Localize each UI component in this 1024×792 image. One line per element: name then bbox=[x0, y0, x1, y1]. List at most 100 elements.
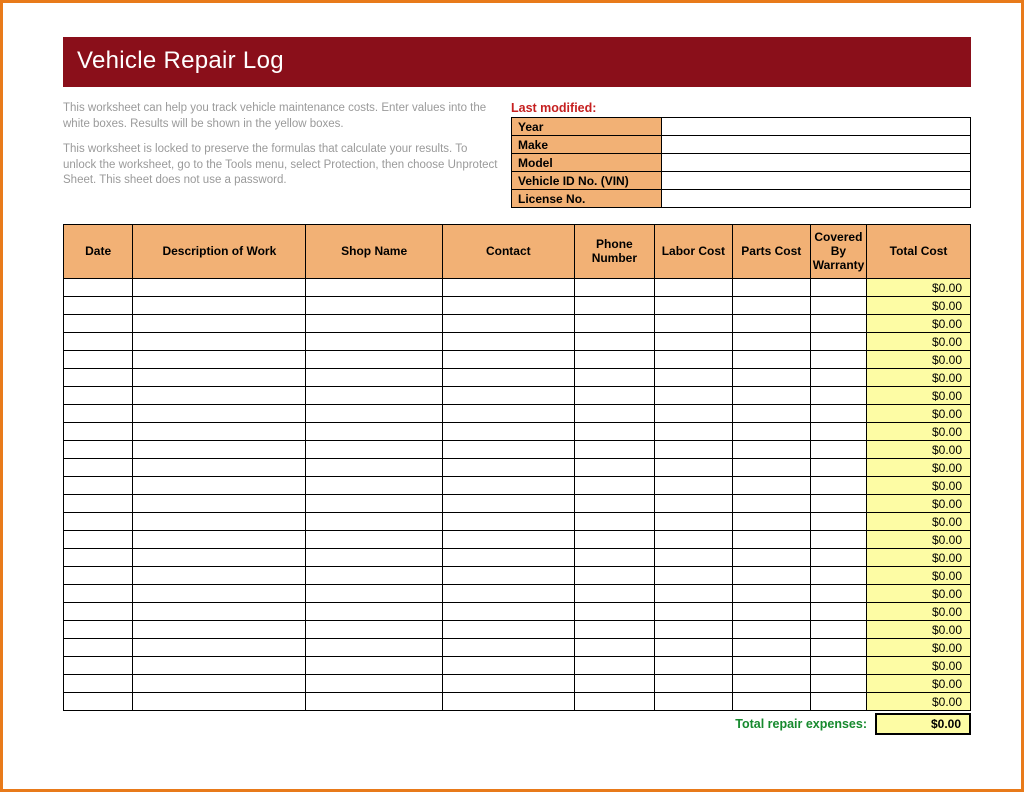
cell-desc[interactable] bbox=[133, 675, 306, 693]
cell-shop[interactable] bbox=[306, 531, 442, 549]
cell-parts[interactable] bbox=[732, 405, 810, 423]
cell-phone[interactable] bbox=[574, 639, 654, 657]
cell-desc[interactable] bbox=[133, 621, 306, 639]
cell-desc[interactable] bbox=[133, 657, 306, 675]
cell-contact[interactable] bbox=[442, 603, 574, 621]
cell-parts[interactable] bbox=[732, 333, 810, 351]
cell-phone[interactable] bbox=[574, 567, 654, 585]
cell-shop[interactable] bbox=[306, 621, 442, 639]
cell-desc[interactable] bbox=[133, 585, 306, 603]
cell-date[interactable] bbox=[64, 639, 133, 657]
cell-date[interactable] bbox=[64, 549, 133, 567]
cell-parts[interactable] bbox=[732, 495, 810, 513]
cell-desc[interactable] bbox=[133, 549, 306, 567]
cell-contact[interactable] bbox=[442, 567, 574, 585]
cell-warranty[interactable] bbox=[810, 621, 866, 639]
cell-phone[interactable] bbox=[574, 369, 654, 387]
cell-warranty[interactable] bbox=[810, 369, 866, 387]
cell-shop[interactable] bbox=[306, 459, 442, 477]
cell-labor[interactable] bbox=[654, 441, 732, 459]
cell-warranty[interactable] bbox=[810, 279, 866, 297]
cell-shop[interactable] bbox=[306, 315, 442, 333]
cell-labor[interactable] bbox=[654, 513, 732, 531]
cell-contact[interactable] bbox=[442, 585, 574, 603]
cell-parts[interactable] bbox=[732, 603, 810, 621]
cell-phone[interactable] bbox=[574, 387, 654, 405]
cell-contact[interactable] bbox=[442, 315, 574, 333]
cell-parts[interactable] bbox=[732, 387, 810, 405]
cell-labor[interactable] bbox=[654, 495, 732, 513]
cell-labor[interactable] bbox=[654, 351, 732, 369]
cell-labor[interactable] bbox=[654, 369, 732, 387]
cell-date[interactable] bbox=[64, 675, 133, 693]
cell-parts[interactable] bbox=[732, 513, 810, 531]
cell-contact[interactable] bbox=[442, 279, 574, 297]
cell-labor[interactable] bbox=[654, 603, 732, 621]
cell-contact[interactable] bbox=[442, 639, 574, 657]
cell-desc[interactable] bbox=[133, 513, 306, 531]
cell-warranty[interactable] bbox=[810, 351, 866, 369]
cell-shop[interactable] bbox=[306, 351, 442, 369]
cell-warranty[interactable] bbox=[810, 405, 866, 423]
cell-desc[interactable] bbox=[133, 567, 306, 585]
cell-contact[interactable] bbox=[442, 423, 574, 441]
vehicle-info-value[interactable] bbox=[662, 136, 971, 154]
cell-contact[interactable] bbox=[442, 387, 574, 405]
cell-phone[interactable] bbox=[574, 423, 654, 441]
cell-phone[interactable] bbox=[574, 405, 654, 423]
cell-labor[interactable] bbox=[654, 477, 732, 495]
cell-desc[interactable] bbox=[133, 279, 306, 297]
cell-date[interactable] bbox=[64, 405, 133, 423]
cell-labor[interactable] bbox=[654, 405, 732, 423]
cell-shop[interactable] bbox=[306, 675, 442, 693]
cell-contact[interactable] bbox=[442, 369, 574, 387]
cell-parts[interactable] bbox=[732, 693, 810, 711]
cell-phone[interactable] bbox=[574, 333, 654, 351]
cell-date[interactable] bbox=[64, 567, 133, 585]
cell-contact[interactable] bbox=[442, 495, 574, 513]
cell-desc[interactable] bbox=[133, 369, 306, 387]
vehicle-info-value[interactable] bbox=[662, 172, 971, 190]
cell-phone[interactable] bbox=[574, 603, 654, 621]
cell-phone[interactable] bbox=[574, 495, 654, 513]
cell-parts[interactable] bbox=[732, 639, 810, 657]
cell-date[interactable] bbox=[64, 495, 133, 513]
cell-shop[interactable] bbox=[306, 297, 442, 315]
cell-labor[interactable] bbox=[654, 657, 732, 675]
cell-labor[interactable] bbox=[654, 621, 732, 639]
cell-parts[interactable] bbox=[732, 585, 810, 603]
cell-phone[interactable] bbox=[574, 279, 654, 297]
cell-warranty[interactable] bbox=[810, 495, 866, 513]
cell-shop[interactable] bbox=[306, 639, 442, 657]
cell-parts[interactable] bbox=[732, 297, 810, 315]
cell-desc[interactable] bbox=[133, 297, 306, 315]
cell-desc[interactable] bbox=[133, 693, 306, 711]
cell-shop[interactable] bbox=[306, 405, 442, 423]
cell-date[interactable] bbox=[64, 351, 133, 369]
cell-warranty[interactable] bbox=[810, 333, 866, 351]
cell-parts[interactable] bbox=[732, 423, 810, 441]
cell-desc[interactable] bbox=[133, 477, 306, 495]
cell-labor[interactable] bbox=[654, 459, 732, 477]
cell-parts[interactable] bbox=[732, 351, 810, 369]
cell-contact[interactable] bbox=[442, 621, 574, 639]
cell-desc[interactable] bbox=[133, 351, 306, 369]
cell-date[interactable] bbox=[64, 333, 133, 351]
cell-labor[interactable] bbox=[654, 549, 732, 567]
cell-date[interactable] bbox=[64, 297, 133, 315]
cell-date[interactable] bbox=[64, 369, 133, 387]
cell-parts[interactable] bbox=[732, 315, 810, 333]
cell-shop[interactable] bbox=[306, 423, 442, 441]
cell-shop[interactable] bbox=[306, 549, 442, 567]
cell-shop[interactable] bbox=[306, 369, 442, 387]
cell-contact[interactable] bbox=[442, 693, 574, 711]
cell-labor[interactable] bbox=[654, 297, 732, 315]
cell-warranty[interactable] bbox=[810, 603, 866, 621]
cell-labor[interactable] bbox=[654, 585, 732, 603]
cell-shop[interactable] bbox=[306, 657, 442, 675]
cell-phone[interactable] bbox=[574, 513, 654, 531]
cell-date[interactable] bbox=[64, 603, 133, 621]
cell-labor[interactable] bbox=[654, 693, 732, 711]
cell-desc[interactable] bbox=[133, 441, 306, 459]
cell-parts[interactable] bbox=[732, 477, 810, 495]
